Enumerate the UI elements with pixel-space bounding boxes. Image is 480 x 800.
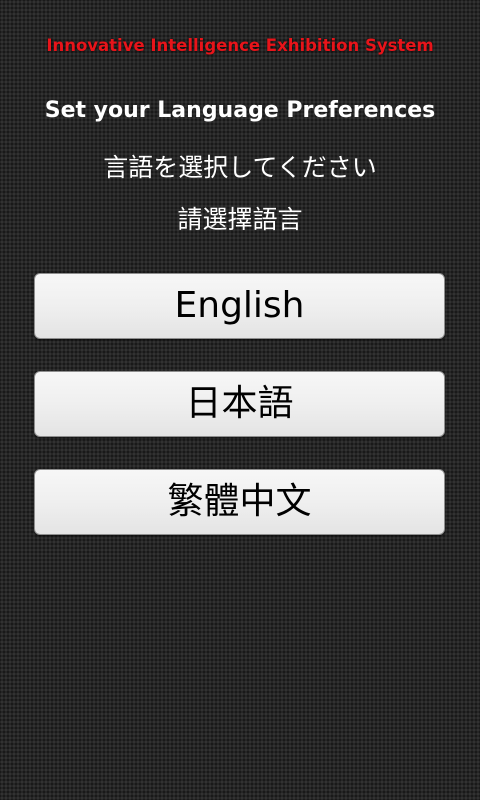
traditional-chinese-button[interactable]: 繁體中文: [34, 469, 445, 535]
japanese-button[interactable]: 日本語: [34, 371, 445, 437]
english-button[interactable]: English: [34, 273, 445, 339]
prompt-english: Set your Language Preferences: [44, 98, 436, 123]
app-title: Innovative Intelligence Exhibition Syste…: [46, 36, 434, 55]
prompt-chinese: 請選擇語言: [177, 205, 303, 234]
prompt-japanese: 言語を選択してください: [103, 153, 377, 182]
